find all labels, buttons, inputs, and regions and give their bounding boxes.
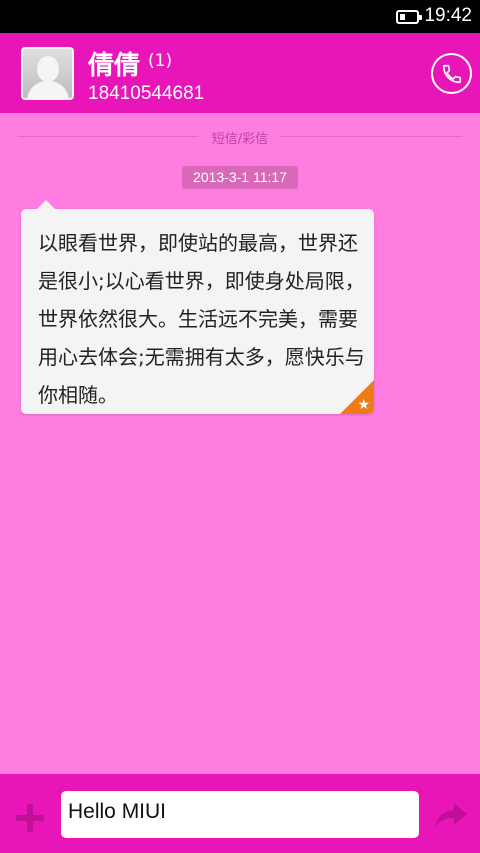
phone-number: 18410544681	[88, 83, 205, 104]
message-text: 以眼看世界，即使站的最高，世界还是很小;以心看世界，即使身处局限，世界依然很大。…	[38, 231, 365, 407]
status-time: 19:42	[424, 5, 472, 26]
conversation-type-label: 短信/彩信	[211, 132, 269, 147]
star-icon: ★	[357, 397, 370, 413]
message-input[interactable]: Hello MIUI	[61, 791, 419, 838]
conversation-header: 倩倩 (1) 18410544681	[0, 33, 480, 113]
phone-call-icon	[442, 64, 462, 84]
message-count: (1)	[148, 51, 173, 71]
default-avatar-icon[interactable]	[21, 47, 74, 100]
divider-line-right	[280, 136, 462, 137]
message-bubble[interactable]: 以眼看世界，即使站的最高，世界还是很小;以心看世界，即使身处局限，世界依然很大。…	[21, 200, 374, 414]
message-date: 2013-3-1 11:17	[182, 166, 298, 189]
divider-line-left	[18, 136, 198, 137]
plus-icon[interactable]	[16, 804, 44, 832]
star-badge: ★	[340, 380, 374, 414]
call-button[interactable]	[431, 53, 472, 94]
battery-icon	[396, 10, 422, 24]
composer-bar: Hello MIUI	[0, 774, 480, 853]
status-bar: 19:42	[0, 0, 480, 33]
contact-name: 倩倩	[88, 51, 141, 81]
send-arrow-icon[interactable]	[434, 801, 468, 829]
